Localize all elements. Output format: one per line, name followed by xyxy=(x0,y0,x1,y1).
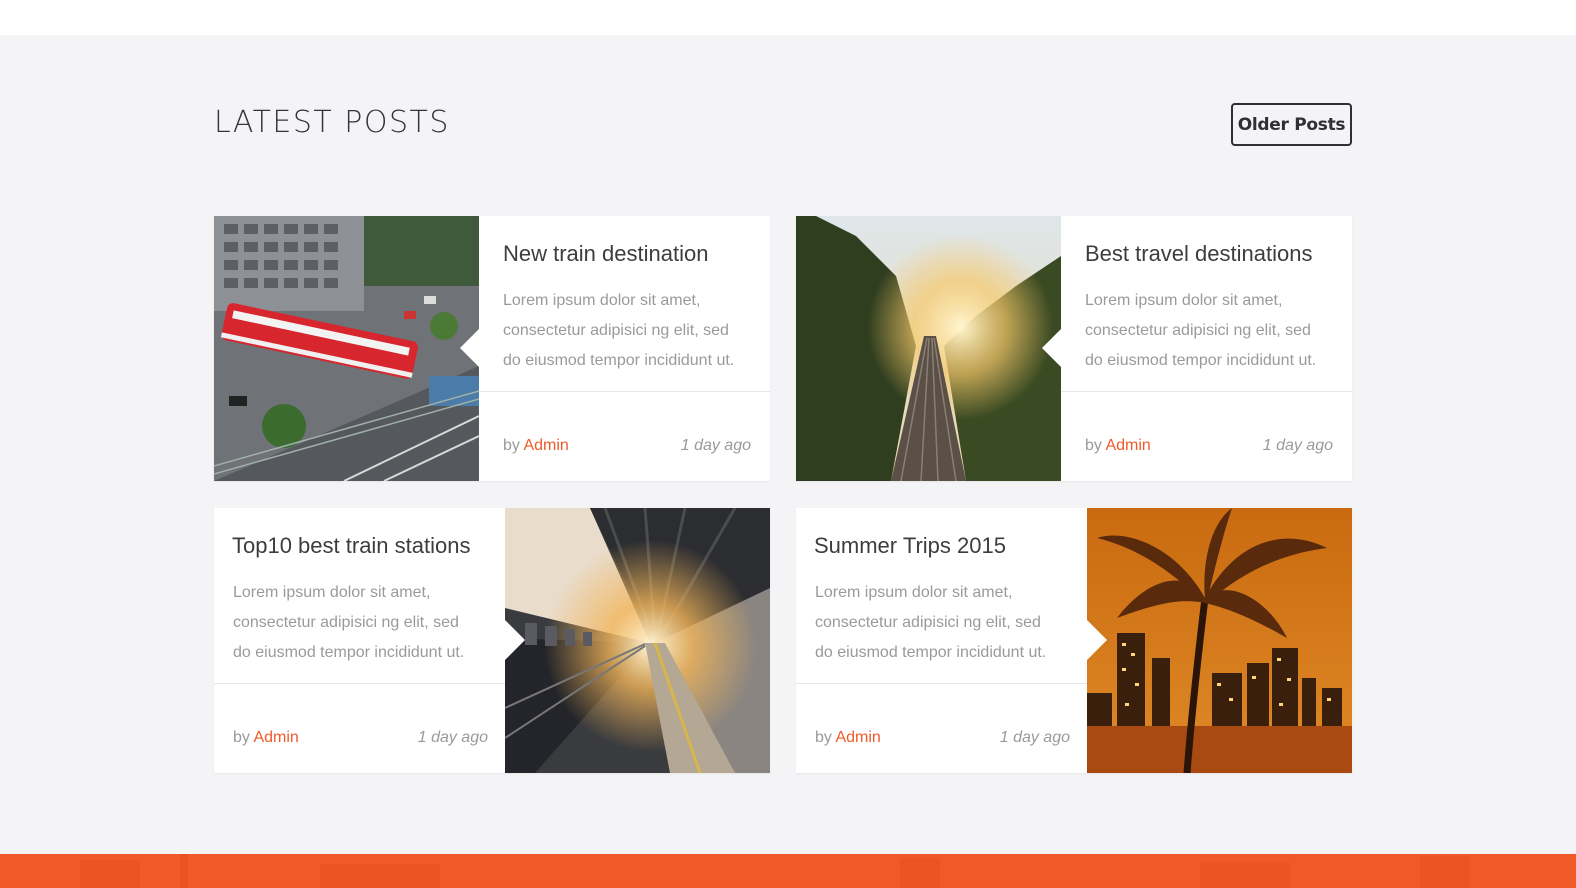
post-byline: by Admin xyxy=(503,437,569,455)
top-strip xyxy=(0,0,1576,35)
footer-band xyxy=(0,854,1576,888)
divider xyxy=(1061,391,1352,392)
older-posts-button[interactable]: Older Posts xyxy=(1231,103,1352,146)
post-date: 1 day ago xyxy=(1262,437,1333,454)
post-title[interactable]: Summer Trips 2015 xyxy=(814,533,1006,559)
divider xyxy=(796,683,1087,684)
post-image-sunset-tracks[interactable] xyxy=(796,216,1061,481)
post-image-aerial-train[interactable] xyxy=(214,216,479,481)
post-title[interactable]: Top10 best train stations xyxy=(232,533,470,559)
post-byline: by Admin xyxy=(1085,437,1151,455)
byline-prefix: by xyxy=(503,437,520,454)
card-notch xyxy=(460,328,480,368)
post-date: 1 day ago xyxy=(999,729,1070,746)
divider xyxy=(214,683,505,684)
post-card-1[interactable]: New train destination Lorem ipsum dolor … xyxy=(214,216,770,481)
post-excerpt: Lorem ipsum dolor sit amet, consectetur … xyxy=(233,584,465,661)
post-author-link[interactable]: Admin xyxy=(1105,437,1150,454)
post-date: 1 day ago xyxy=(680,437,751,454)
card-notch xyxy=(1042,328,1062,368)
byline-prefix: by xyxy=(233,729,250,746)
post-author-link[interactable]: Admin xyxy=(523,437,568,454)
post-body: Best travel destinations Lorem ipsum dol… xyxy=(1061,216,1352,481)
post-body: Summer Trips 2015 Lorem ipsum dolor sit … xyxy=(796,508,1087,773)
post-card-4[interactable]: Summer Trips 2015 Lorem ipsum dolor sit … xyxy=(796,508,1352,773)
section-heading: LATEST POSTS xyxy=(214,105,450,140)
post-byline: by Admin xyxy=(233,729,299,747)
post-excerpt: Lorem ipsum dolor sit amet, consectetur … xyxy=(503,292,735,369)
byline-prefix: by xyxy=(815,729,832,746)
divider xyxy=(479,391,770,392)
byline-prefix: by xyxy=(1085,437,1102,454)
post-image-station-platform[interactable] xyxy=(505,508,770,773)
post-body: Top10 best train stations Lorem ipsum do… xyxy=(214,508,505,773)
post-body: New train destination Lorem ipsum dolor … xyxy=(479,216,770,481)
post-image-palm-city[interactable] xyxy=(1087,508,1352,773)
post-date: 1 day ago xyxy=(417,729,488,746)
card-notch xyxy=(505,620,525,660)
post-title[interactable]: New train destination xyxy=(503,241,708,267)
card-notch xyxy=(1087,620,1107,660)
post-excerpt: Lorem ipsum dolor sit amet, consectetur … xyxy=(1085,292,1317,369)
post-byline: by Admin xyxy=(815,729,881,747)
post-author-link[interactable]: Admin xyxy=(835,729,880,746)
post-card-3[interactable]: Top10 best train stations Lorem ipsum do… xyxy=(214,508,770,773)
post-excerpt: Lorem ipsum dolor sit amet, consectetur … xyxy=(815,584,1047,661)
post-author-link[interactable]: Admin xyxy=(253,729,298,746)
post-title[interactable]: Best travel destinations xyxy=(1085,241,1312,267)
post-card-2[interactable]: Best travel destinations Lorem ipsum dol… xyxy=(796,216,1352,481)
